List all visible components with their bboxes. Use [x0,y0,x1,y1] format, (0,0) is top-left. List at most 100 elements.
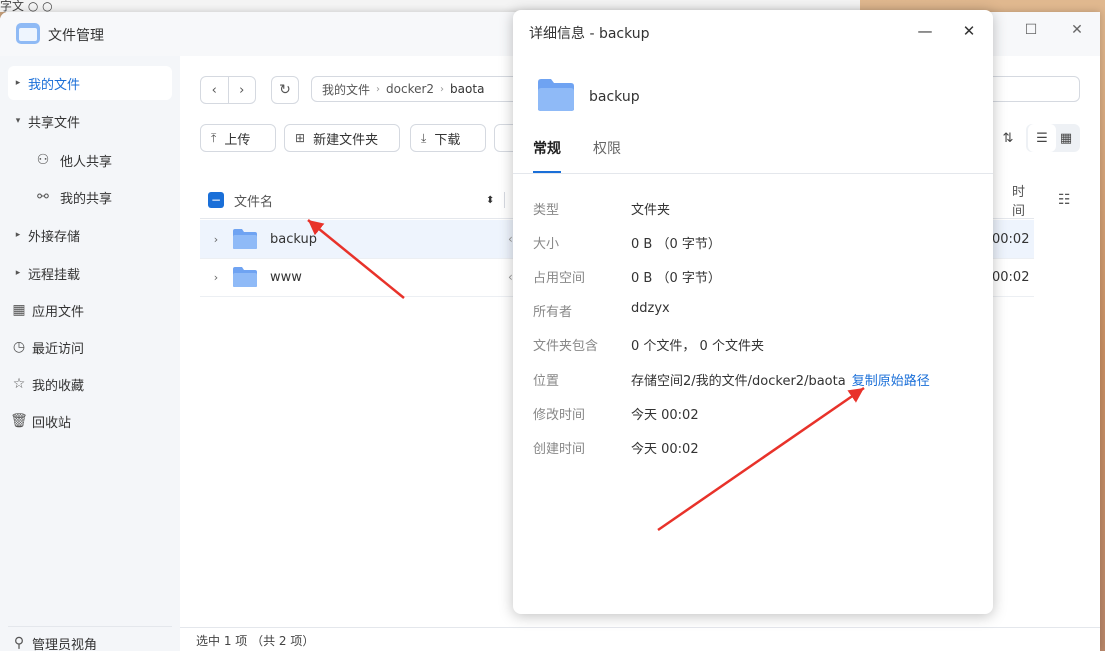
download-label: 下载 [434,132,461,148]
status-bar: 选中 1 项 （共 2 项） [180,627,1100,651]
sidebar-item-external-storage[interactable]: ▸ 外接存储 [8,218,172,252]
add-folder-icon: ⊞ [295,131,306,145]
prop-value-created: 今天 00:02 [631,442,699,457]
chevron-right-icon: › [239,82,245,98]
upload-label: 上传 [224,132,251,148]
sidebar-item-app-files[interactable]: ▦ 应用文件 [8,293,172,327]
sidebar-item-favorites[interactable]: ☆ 我的收藏 [8,367,172,401]
grid-view-button[interactable]: ▦ [1052,124,1080,152]
prop-label-size: 大小 [533,237,560,252]
column-header-time[interactable]: 时间 [1012,181,1034,219]
select-all-checkbox[interactable]: − [208,192,224,208]
new-folder-label: 新建文件夹 [313,132,379,148]
prop-value-location: 存储空间2/我的文件/docker2/baota 复制原始路径 [631,370,930,389]
breadcrumb-item[interactable]: 我的文件 [322,81,370,98]
sidebar-item-label: 共享文件 [28,115,81,131]
tab-permissions[interactable]: 权限 [593,138,621,171]
column-header-name[interactable]: 文件名 [234,191,273,210]
prop-label-owner: 所有者 [533,305,573,320]
sort-icon: ⇅ [1002,130,1014,146]
sidebar-item-label: 我的收藏 [32,378,85,394]
close-icon[interactable]: ✕ [959,22,979,40]
refresh-button[interactable]: ↻ [271,76,299,104]
sidebar-item-label: 我的共享 [60,191,113,207]
apps-icon: ▦ [12,302,26,318]
prop-label-created: 创建时间 [533,442,586,457]
sidebar-item-my-files[interactable]: ▸ 我的文件 [8,66,172,100]
sidebar-item-label: 我的文件 [28,77,81,93]
prop-label-modified: 修改时间 [533,408,586,423]
prop-value-size: 0 B （0 字节） [631,237,721,252]
sidebar-item-my-shares[interactable]: ⚯ 我的共享 [8,180,196,214]
folder-app-icon [16,23,40,44]
location-path: 存储空间2/我的文件/docker2/baota [631,374,846,389]
clock-icon: ◷ [12,339,26,355]
sidebar-item-shared-files[interactable]: ▾ 共享文件 [8,104,172,138]
chevron-right-icon: › [376,83,381,95]
prop-label-contains: 文件夹包含 [533,339,599,354]
file-name: www [270,269,302,285]
history-nav: ‹ › [200,76,256,104]
prop-label-location: 位置 [533,374,560,389]
list-icon: ☰ [1036,130,1048,146]
sidebar-item-label: 最近访问 [32,341,85,357]
caret-down-icon: ▾ [15,116,21,126]
chevron-left-icon: ‹ [211,82,217,98]
breadcrumb-item[interactable]: docker2 [386,82,434,96]
dialog-tabs: 常规 权限 [513,136,993,174]
folder-icon [233,229,257,249]
close-icon[interactable]: ✕ [1067,22,1087,38]
upload-button[interactable]: ⤒ 上传 [200,124,276,152]
sidebar-item-recent[interactable]: ◷ 最近访问 [8,330,172,364]
share-icon: ⚯ [37,189,49,205]
folder-icon [233,267,257,287]
sidebar-item-label: 外接存储 [28,229,81,245]
admin-view-label: 管理员视角 [32,637,98,651]
breadcrumb-item-current[interactable]: baota [450,82,484,96]
sort-button[interactable]: ⇅ [994,124,1022,152]
chevron-right-icon: › [440,83,445,95]
prop-label-disk-usage: 占用空间 [533,271,586,286]
file-time: 00:02 [992,269,1030,285]
dialog-title: 详细信息 - backup [529,26,650,42]
star-icon: ☆ [12,376,26,392]
new-folder-button[interactable]: ⊞ 新建文件夹 [284,124,400,152]
folder-icon [538,79,574,111]
users-icon: ⚇ [36,152,50,168]
sidebar-item-remote-mount[interactable]: ▸ 远程挂载 [8,256,172,290]
sidebar-item-label: 回收站 [32,415,72,431]
maximize-icon[interactable]: ☐ [1021,22,1041,38]
upload-icon: ⤒ [211,130,217,145]
sort-arrows-icon[interactable]: ⬍ [486,195,494,206]
admin-view-toggle[interactable]: ⚲ 管理员视角 [8,626,172,651]
selection-status: 选中 1 项 （共 2 项） [196,633,315,648]
refresh-icon: ↻ [279,82,291,98]
app-title: 文件管理 [48,28,104,44]
download-button[interactable]: ⤓ 下载 [410,124,486,152]
file-time: 00:02 [992,231,1030,247]
chevron-right-icon[interactable]: › [200,233,232,246]
column-divider[interactable] [504,192,505,208]
sidebar-item-label: 应用文件 [32,304,85,320]
forward-button[interactable]: › [227,77,256,103]
item-name: backup [589,89,640,105]
tab-general[interactable]: 常规 [533,138,561,173]
sidebar-item-trash[interactable]: 🗑 回收站 [8,404,172,438]
file-name: backup [270,231,317,247]
download-icon: ⤓ [421,130,427,145]
caret-right-icon: ▸ [15,268,21,278]
chevron-right-icon[interactable]: › [200,271,232,284]
back-button[interactable]: ‹ [201,77,228,103]
minimize-icon[interactable]: — [915,22,935,40]
sidebar-item-label: 他人共享 [60,154,113,170]
details-dialog: 详细信息 - backup — ✕ backup 常规 权限 类型 文件夹 大小… [513,10,993,614]
sidebar: ▸ 我的文件 ▾ 共享文件 ⚇ 他人共享 ⚯ 我的共享 ▸ 外接存储 ▸ 远程挂… [0,56,180,651]
copy-original-path-link[interactable]: 复制原始路径 [852,374,930,389]
user-admin-icon: ⚲ [13,635,25,651]
prop-value-owner: ddzyx [631,301,670,316]
prop-label-type: 类型 [533,203,560,218]
background-text: 字文 ○ ○ [0,0,53,13]
column-settings-icon[interactable]: ☷ [1058,192,1071,208]
prop-value-contains: 0 个文件， 0 个文件夹 [631,339,764,354]
sidebar-item-shared-by-others[interactable]: ⚇ 他人共享 [8,143,196,177]
